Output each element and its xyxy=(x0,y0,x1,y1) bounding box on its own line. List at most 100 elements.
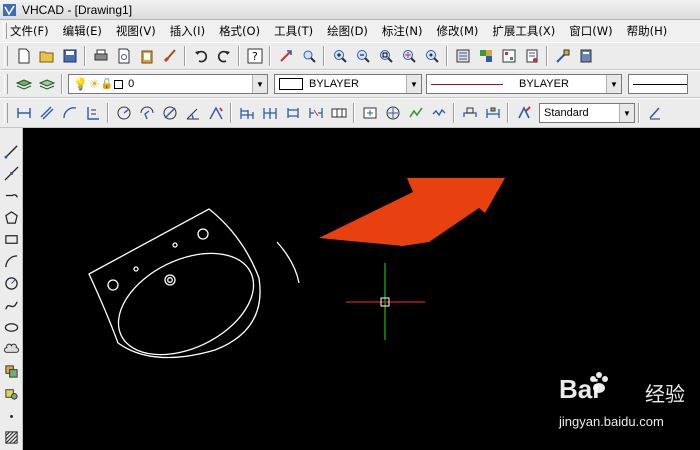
tolerance-button[interactable] xyxy=(328,103,349,124)
print-preview-button[interactable] xyxy=(113,46,134,67)
menu-dimension[interactable]: 标注(N) xyxy=(382,23,423,39)
partial-arc xyxy=(276,241,300,284)
layer-manager-button[interactable] xyxy=(13,74,34,95)
ordinate-dimension-button[interactable] xyxy=(82,103,103,124)
sheet-set-button[interactable] xyxy=(521,46,542,67)
menu-format[interactable]: 格式(O) xyxy=(219,23,260,39)
circle-tool-button[interactable] xyxy=(2,274,21,293)
brush-icon xyxy=(163,49,176,63)
quick-dimension-button[interactable] xyxy=(205,103,226,124)
arc-tool-button[interactable] xyxy=(2,252,21,271)
zoom-window-button[interactable] xyxy=(375,46,396,67)
chevron-down-icon[interactable]: ▼ xyxy=(619,104,634,122)
radius-dimension-icon xyxy=(117,106,130,120)
aligned-dimension-button[interactable] xyxy=(36,103,57,124)
dimension-space-button[interactable] xyxy=(282,103,303,124)
arc-length-icon xyxy=(62,107,76,119)
calculator-button[interactable] xyxy=(575,46,596,67)
layer-previous-button[interactable] xyxy=(36,74,57,95)
save-button[interactable] xyxy=(59,46,80,67)
ellipse-tool-button[interactable] xyxy=(2,318,21,337)
design-center-button[interactable] xyxy=(475,46,496,67)
chevron-down-icon[interactable]: ▼ xyxy=(406,75,421,93)
menu-help[interactable]: 帮助(H) xyxy=(627,23,668,39)
angular-dimension-button[interactable] xyxy=(182,103,203,124)
line-tool-button[interactable] xyxy=(2,142,21,161)
polyline-tool-button[interactable] xyxy=(2,186,21,205)
menu-edit[interactable]: 编辑(E) xyxy=(63,23,102,39)
menu-file[interactable]: 文件(F) xyxy=(10,23,49,39)
zoom-out-button[interactable] xyxy=(352,46,373,67)
zoom-extents-icon xyxy=(425,50,439,63)
color-dropdown[interactable]: BYLAYER ▼ xyxy=(274,74,422,94)
basin-drawing[interactable] xyxy=(88,208,300,375)
center-mark-button[interactable] xyxy=(359,103,380,124)
dimension-style-button[interactable] xyxy=(513,103,534,124)
hatch-tool-button[interactable] xyxy=(2,428,21,447)
dimension-text-edit-button[interactable] xyxy=(459,103,480,124)
revision-cloud-button[interactable] xyxy=(2,340,21,359)
menu-tools[interactable]: 工具(T) xyxy=(274,23,313,39)
dimension-break-button[interactable] xyxy=(305,103,326,124)
layer-freeze-icon: ☀ xyxy=(88,77,100,91)
inspection-button[interactable] xyxy=(382,103,403,124)
text-style-button[interactable] xyxy=(644,103,665,124)
arc-length-button[interactable] xyxy=(59,103,80,124)
menu-draw[interactable]: 绘图(D) xyxy=(327,23,368,39)
dimension-update-button[interactable] xyxy=(482,103,503,124)
line-icon xyxy=(4,145,18,159)
print-button[interactable] xyxy=(90,46,111,67)
lineweight-dropdown[interactable] xyxy=(628,74,688,94)
redo-button[interactable] xyxy=(213,46,234,67)
polygon-tool-button[interactable] xyxy=(2,208,21,227)
diameter-dimension-button[interactable] xyxy=(159,103,180,124)
tool-palette-button[interactable] xyxy=(498,46,519,67)
zoom-all-button[interactable] xyxy=(398,46,419,67)
layer-on-icon: 💡 xyxy=(73,77,88,91)
tool-palette-icon xyxy=(502,49,515,63)
open-file-button[interactable] xyxy=(36,46,57,67)
point-tool-button[interactable] xyxy=(2,406,21,425)
match-properties-button[interactable] xyxy=(159,46,180,67)
menu-extend-tools[interactable]: 扩展工具(X) xyxy=(492,23,555,39)
properties-button[interactable] xyxy=(452,46,473,67)
zoom-realtime-icon xyxy=(303,50,316,63)
dimension-style-dropdown[interactable]: Standard ▼ xyxy=(539,103,635,123)
chevron-down-icon[interactable]: ▼ xyxy=(252,75,267,93)
baseline-dimension-button[interactable] xyxy=(236,103,257,124)
continue-dimension-button[interactable] xyxy=(259,103,280,124)
construction-line-button[interactable] xyxy=(2,164,21,183)
linetype-dropdown[interactable]: BYLAYER ▼ xyxy=(426,74,622,94)
zoom-realtime-button[interactable] xyxy=(298,46,319,67)
new-file-button[interactable] xyxy=(13,46,34,67)
layer-dropdown[interactable]: 💡 ☀ 🔓 0 ▼ xyxy=(68,74,268,94)
tolerance-icon xyxy=(331,108,346,118)
zoom-in-button[interactable] xyxy=(329,46,350,67)
insert-block-button[interactable] xyxy=(2,362,21,381)
inspection-icon xyxy=(386,106,399,120)
spline-tool-button[interactable] xyxy=(2,296,21,315)
undo-button[interactable] xyxy=(190,46,211,67)
menu-insert[interactable]: 插入(I) xyxy=(170,23,205,39)
help-button[interactable]: ? xyxy=(244,46,265,67)
make-block-button[interactable] xyxy=(2,384,21,403)
menu-view[interactable]: 视图(V) xyxy=(116,23,156,39)
sheet-set-icon xyxy=(526,49,537,63)
drawing-canvas[interactable]: Bai 经验 jingyan.baidu.com xyxy=(23,128,700,450)
pan-button[interactable] xyxy=(275,46,296,67)
paste-button[interactable] xyxy=(136,46,157,67)
jogged-dimension-button[interactable] xyxy=(136,103,157,124)
linear-dimension-button[interactable] xyxy=(13,103,34,124)
menu-modify[interactable]: 修改(M) xyxy=(437,23,479,39)
circle-icon xyxy=(5,277,18,290)
dimension-edit-button[interactable] xyxy=(428,103,449,124)
jogged-linear-button[interactable] xyxy=(405,103,426,124)
chevron-down-icon[interactable]: ▼ xyxy=(606,75,621,93)
radius-dimension-button[interactable] xyxy=(113,103,134,124)
menu-window[interactable]: 窗口(W) xyxy=(569,23,612,39)
rectangle-tool-button[interactable] xyxy=(2,230,21,249)
help-icon: ? xyxy=(247,48,262,64)
ordinate-dimension-icon xyxy=(86,107,99,120)
zoom-extents-button[interactable] xyxy=(421,46,442,67)
markup-button[interactable] xyxy=(552,46,573,67)
